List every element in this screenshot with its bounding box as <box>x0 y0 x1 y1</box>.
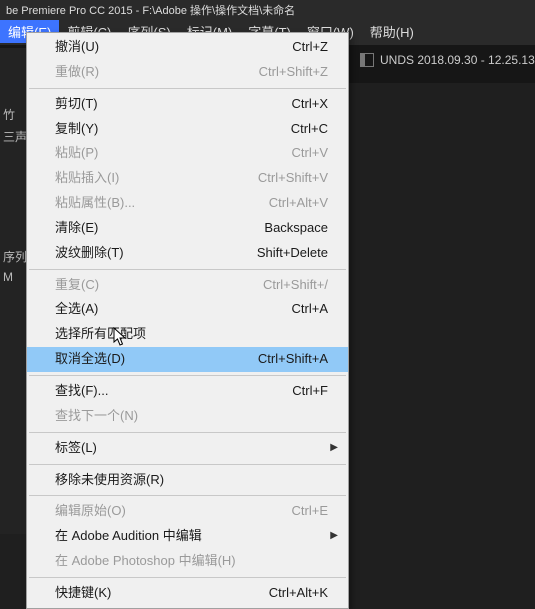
menu-item[interactable]: 剪切(T) Ctrl+X <box>27 92 348 117</box>
menu-item[interactable]: 撤消(U) Ctrl+Z <box>27 35 348 60</box>
sliver-text: 三声 <box>3 128 26 145</box>
menu-item-shortcut: Ctrl+E <box>292 502 328 521</box>
menu-separator <box>29 577 346 578</box>
menu-item-shortcut: Ctrl+Shift+A <box>258 350 328 369</box>
menu-item-label: 选择所有匹配项 <box>55 325 146 344</box>
menu-item-shortcut: Ctrl+F <box>292 382 328 401</box>
edit-menu-dropdown: 撤消(U) Ctrl+Z 重做(R) Ctrl+Shift+Z 剪切(T) Ctrl+X 复… <box>26 32 349 609</box>
menu-item[interactable]: 清除(E) Backspace <box>27 216 348 241</box>
menu-item[interactable]: 选择所有匹配项 <box>27 322 348 347</box>
menu-item[interactable]: 全选(A) Ctrl+A <box>27 297 348 322</box>
menu-item: 重复(C) Ctrl+Shift+/ <box>27 273 348 298</box>
menu-item: 粘贴属性(B)... Ctrl+Alt+V <box>27 191 348 216</box>
menu-item[interactable]: 波纹删除(T) Shift+Delete <box>27 241 348 266</box>
menu-item: 粘贴插入(I) Ctrl+Shift+V <box>27 166 348 191</box>
menu-item[interactable]: 标签(L) ▶ <box>27 436 348 461</box>
menu-item[interactable]: 查找(F)... Ctrl+F <box>27 379 348 404</box>
menu-item: 编辑原始(O) Ctrl+E <box>27 499 348 524</box>
menu-separator <box>29 269 346 270</box>
menu-item[interactable]: 复制(Y) Ctrl+C <box>27 117 348 142</box>
menu-item-shortcut: Ctrl+A <box>292 300 328 319</box>
menu-item[interactable]: 移除未使用资源(R) <box>27 468 348 493</box>
left-panel-sliver: 竹 三声 序列 M <box>0 48 26 534</box>
menu-item[interactable]: 在 Adobe Audition 中编辑 ▶ <box>27 524 348 549</box>
sliver-text: 竹 <box>3 106 15 123</box>
submenu-arrow-icon: ▶ <box>330 441 338 456</box>
menu-item-shortcut: Ctrl+Alt+K <box>269 584 328 603</box>
sliver-text: 序列 <box>3 248 26 265</box>
menu-item-label: 标签(L) <box>55 439 97 458</box>
menu-item-shortcut: Backspace <box>264 219 328 238</box>
menu-item-shortcut: Ctrl+Shift+V <box>258 169 328 188</box>
menu-item-label: 粘贴插入(I) <box>55 169 119 188</box>
menu-item-label: 全选(A) <box>55 300 98 319</box>
menu-item-shortcut: Ctrl+Shift+Z <box>259 63 328 82</box>
menu-item-label: 重做(R) <box>55 63 99 82</box>
menu-item-label: 在 Adobe Photoshop 中编辑(H) <box>55 552 236 571</box>
menu-item-label: 粘贴(P) <box>55 144 98 163</box>
menu-item-label: 移除未使用资源(R) <box>55 471 164 490</box>
menu-item: 粘贴(P) Ctrl+V <box>27 141 348 166</box>
menu-separator <box>29 375 346 376</box>
menu-item[interactable]: 快捷键(K) Ctrl+Alt+K <box>27 581 348 606</box>
menu-item-label: 复制(Y) <box>55 120 98 139</box>
menu-item-label: 查找下一个(N) <box>55 407 138 426</box>
menu-item-label: 波纹删除(T) <box>55 244 124 263</box>
menu-item-shortcut: Ctrl+X <box>292 95 328 114</box>
menu-item-label: 编辑原始(O) <box>55 502 126 521</box>
menu-item-label: 查找(F)... <box>55 382 108 401</box>
menu-item-label: 取消全选(D) <box>55 350 125 369</box>
menu-separator <box>29 432 346 433</box>
menu-item: 重做(R) Ctrl+Shift+Z <box>27 60 348 85</box>
breadcrumb-text: UNDS 2018.09.30 - 12.25.13.01 <box>380 53 535 67</box>
breadcrumb: UNDS 2018.09.30 - 12.25.13.01 ≡ <box>360 53 535 67</box>
menu-item-label: 清除(E) <box>55 219 98 238</box>
menu-separator <box>29 495 346 496</box>
menu-item-label: 粘贴属性(B)... <box>55 194 135 213</box>
menu-item-shortcut: Ctrl+C <box>291 120 328 139</box>
window-titlebar: be Premiere Pro CC 2015 - F:\Adobe 操作\操作… <box>0 0 535 18</box>
menu-separator <box>29 88 346 89</box>
panel-icon <box>360 53 374 67</box>
menu-item-label: 快捷键(K) <box>55 584 111 603</box>
submenu-arrow-icon: ▶ <box>330 529 338 544</box>
menu-item: 查找下一个(N) <box>27 404 348 429</box>
menu-item-label: 剪切(T) <box>55 95 98 114</box>
menu-item-shortcut: Ctrl+Shift+/ <box>263 276 328 295</box>
menu-item[interactable]: 取消全选(D) Ctrl+Shift+A <box>27 347 348 372</box>
menu-separator <box>29 464 346 465</box>
menu-item-shortcut: Ctrl+Alt+V <box>269 194 328 213</box>
menu-item-label: 撤消(U) <box>55 38 99 57</box>
menu-item-shortcut: Ctrl+Z <box>292 38 328 57</box>
menu-item-label: 重复(C) <box>55 276 99 295</box>
menubar-item[interactable]: 帮助(H) <box>362 20 422 43</box>
menu-item: 在 Adobe Photoshop 中编辑(H) <box>27 549 348 574</box>
menu-item-shortcut: Shift+Delete <box>257 244 328 263</box>
menu-item-label: 在 Adobe Audition 中编辑 <box>55 527 202 546</box>
sliver-text: M <box>3 270 13 284</box>
menu-item-shortcut: Ctrl+V <box>292 144 328 163</box>
